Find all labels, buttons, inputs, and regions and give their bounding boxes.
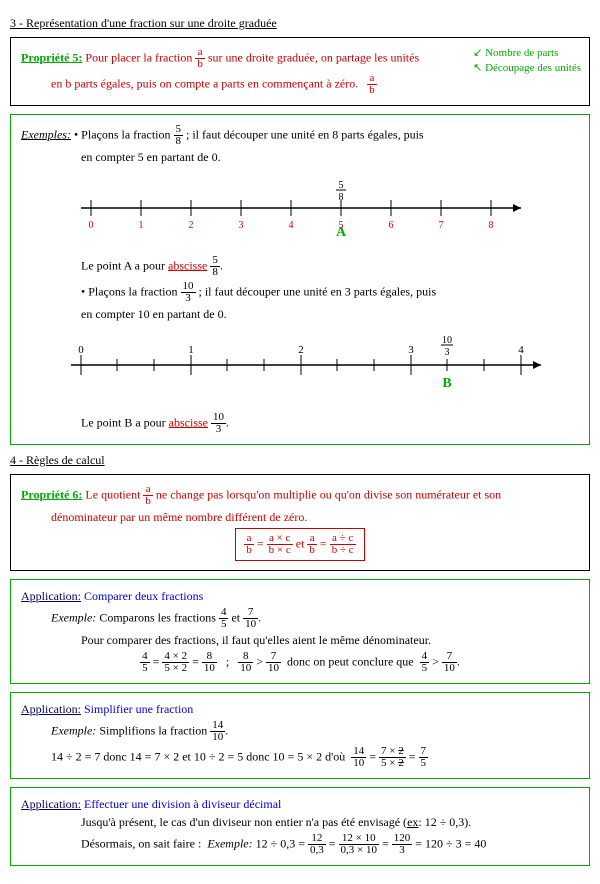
app2-ex-label: Exemple:	[51, 723, 96, 737]
app1-f1: 45	[219, 607, 229, 630]
app1-ex-text: Comparons les fractions	[99, 610, 216, 624]
app2-ex-text: Simplifions la fraction	[99, 723, 207, 737]
app2-frac: 1410	[210, 720, 225, 743]
ex1-result: Le point A a pour	[81, 258, 165, 272]
frac-ab: ab	[195, 47, 205, 70]
prop6-t3: dénominateur par un même nombre différen…	[51, 510, 307, 524]
app1-calc: 45 = 4 × 25 × 2 = 810 ; 810 > 710 donc o…	[21, 651, 579, 674]
svg-text:3: 3	[445, 347, 450, 358]
svg-text:0: 0	[89, 220, 94, 231]
app3-line1: Jusqu'à présent, le cas d'un diviseur no…	[81, 815, 579, 830]
svg-text:4: 4	[289, 220, 294, 231]
svg-text:6: 6	[389, 220, 394, 231]
svg-text:2: 2	[189, 220, 194, 231]
app2-label: Application:	[21, 702, 81, 716]
svg-text:10: 10	[442, 335, 452, 346]
svg-text:4: 4	[518, 344, 524, 356]
frac-5-8: 58	[174, 124, 184, 147]
svg-text:B: B	[442, 376, 451, 391]
svg-text:8: 8	[489, 220, 494, 231]
app3-line2: Désormais, on sait faire : Exemple: 12 ÷…	[81, 833, 579, 856]
annot-decoup: ↖ Découpage des unités	[473, 62, 581, 74]
examples-label: Exemples:	[21, 127, 71, 141]
numberline-2: 0 1 2 3 4 10 3 B	[61, 335, 551, 395]
frac-5-8b: 58	[210, 255, 220, 278]
prop5-text3: en b parts égales, puis on compte a part…	[51, 76, 358, 90]
prop6-label: Propriété 6:	[21, 487, 82, 501]
annot-parts: ↙ Nombre de parts	[473, 47, 558, 59]
frac-10-3: 103	[181, 281, 196, 304]
prop6-box: Propriété 6: Le quotient ab ne change pa…	[10, 474, 590, 571]
prop6-frac: ab	[143, 484, 153, 507]
abscisse-1: abscisse	[168, 258, 207, 272]
app2-title: Simplifier une fraction	[84, 702, 193, 716]
prop6-formula: ab = a × cb × c et ab = a ÷ cb ÷ c	[235, 528, 364, 561]
numberline-1: 0 1 2 3 4 5 6 7 8 5 8 A	[71, 178, 531, 238]
abscisse-2: abscisse	[169, 415, 208, 429]
app3-box: Application: Effectuer une division à di…	[10, 787, 590, 866]
prop5-label: Propriété 5:	[21, 50, 82, 64]
app1-explain: Pour comparer des fractions, il faut qu'…	[81, 633, 579, 648]
prop5-text1: Pour placer la fraction	[85, 50, 192, 64]
prop5-box: Propriété 5: Pour placer la fraction ab …	[10, 37, 590, 106]
app2-calc: 14 ÷ 2 = 7 donc 14 = 7 × 2 et 10 ÷ 2 = 5…	[51, 746, 579, 769]
svg-text:A: A	[336, 225, 347, 238]
section3-title: 3 - Représentation d'une fraction sur un…	[10, 16, 590, 31]
svg-text:7: 7	[439, 220, 444, 231]
svg-text:1: 1	[139, 220, 144, 231]
ex2-text-b: ; il faut découper une unité en 3 parts …	[199, 284, 437, 298]
examples-box: Exemples: • Plaçons la fraction 58 ; il …	[10, 114, 590, 445]
ex1-text-b: ; il faut découper une unité en 8 parts …	[186, 127, 424, 141]
ex2-result: Le point B a pour	[81, 415, 166, 429]
ex1-text-a: • Plaçons la fraction	[74, 127, 171, 141]
app2-box: Application: Simplifier une fraction Exe…	[10, 692, 590, 779]
prop6-t1: Le quotient	[85, 487, 140, 501]
prop6-t2: ne change pas lorsqu'on multiplie ou qu'…	[156, 487, 501, 501]
frac-10-3b: 103	[211, 412, 226, 435]
ex2-text-a: • Plaçons la fraction	[81, 284, 178, 298]
app1-label: Application:	[21, 589, 81, 603]
svg-text:3: 3	[239, 220, 244, 231]
svg-text:0: 0	[78, 344, 84, 356]
app3-title: Effectuer une division à diviseur décima…	[84, 797, 281, 811]
ex1-text-c: en compter 5 en partant de 0.	[81, 150, 579, 165]
svg-text:2: 2	[298, 344, 304, 356]
app3-label: Application:	[21, 797, 81, 811]
svg-text:8: 8	[339, 192, 344, 203]
frac-ab-2: ab	[367, 73, 377, 96]
app1-box: Application: Comparer deux fractions Exe…	[10, 579, 590, 684]
svg-text:5: 5	[339, 180, 344, 191]
section4-title: 4 - Règles de calcul	[10, 453, 590, 468]
app1-ex-label: Exemple:	[51, 610, 96, 624]
app1-title: Comparer deux fractions	[84, 589, 203, 603]
svg-text:3: 3	[408, 344, 414, 356]
ex2-text-c: en compter 10 en partant de 0.	[81, 307, 579, 322]
prop5-text2: sur une droite graduée, on partage les u…	[208, 50, 419, 64]
svg-text:1: 1	[188, 344, 194, 356]
app1-f2: 710	[243, 607, 258, 630]
